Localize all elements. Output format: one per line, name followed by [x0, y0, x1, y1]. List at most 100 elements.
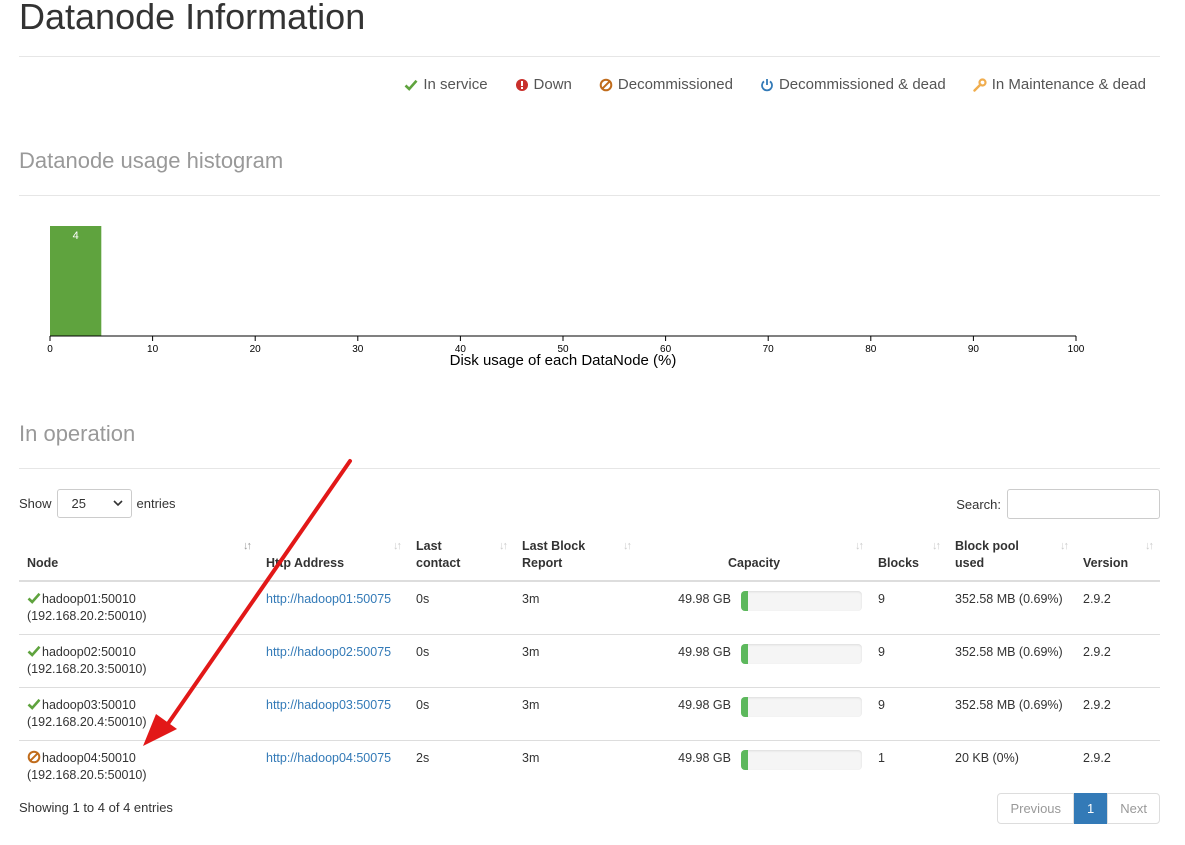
check-icon — [27, 645, 41, 657]
search-input[interactable] — [1007, 489, 1160, 519]
legend-label: Down — [533, 76, 572, 93]
table-row: hadoop02:50010 (192.168.20.3:50010) http:/… — [19, 634, 1160, 688]
http-cell: http://hadoop03:50075 — [258, 687, 408, 741]
status-legend: In service Down Decommissioned Decommiss… — [404, 76, 1146, 93]
check-icon — [27, 592, 41, 604]
col-http-address[interactable]: Http Address ↓↑ — [258, 530, 408, 582]
node-name: hadoop02:50010 — [42, 645, 136, 659]
blocks-cell: 9 — [870, 634, 947, 688]
x-tick-label: 10 — [147, 344, 159, 355]
node-name: hadoop04:50010 — [42, 751, 136, 765]
node-cell: hadoop03:50010 (192.168.20.4:50010) — [19, 687, 258, 741]
node-ip: (192.168.20.5:50010) — [27, 768, 147, 782]
table-header-row: Node ↓↑ Http Address ↓↑ Last contact ↓↑ Last… — [19, 530, 1160, 582]
table-row: hadoop03:50010 (192.168.20.4:50010) http:/… — [19, 687, 1160, 741]
legend-down: Down — [515, 76, 572, 93]
capacity-bar — [741, 697, 862, 717]
table-row: hadoop01:50010 (192.168.20.2:50010) http:/… — [19, 581, 1160, 635]
last-block-report-cell: 3m — [522, 592, 540, 606]
node-ip: (192.168.20.2:50010) — [27, 609, 147, 623]
ban-icon — [27, 750, 41, 764]
sort-icon: ↓↑ — [1060, 540, 1069, 552]
legend-decommissioned-dead: Decommissioned & dead — [760, 76, 946, 93]
last-block-report-cell: 3m — [514, 634, 638, 688]
capacity-bar — [741, 591, 862, 611]
sort-icon: ↓↑ — [393, 540, 402, 552]
http-cell: http://hadoop01:50075 — [258, 581, 408, 635]
http-address-link[interactable]: http://hadoop03:50075 — [266, 698, 391, 712]
node-cell: hadoop02:50010 (192.168.20.3:50010) — [19, 634, 258, 688]
block-pool-cell: 352.58 MB (0.69%) — [955, 592, 1063, 606]
node-ip: (192.168.20.3:50010) — [27, 662, 147, 676]
col-version[interactable]: Version ↓↑ — [1075, 530, 1160, 582]
x-tick-label: 100 — [1068, 344, 1085, 355]
col-last-contact[interactable]: Last contact ↓↑ — [408, 530, 514, 582]
legend-label: In service — [423, 76, 488, 93]
exclamation-circle-icon — [515, 78, 528, 91]
pagination: Previous 1 Next — [997, 793, 1160, 824]
sort-icon: ↓↑ — [932, 540, 941, 552]
histogram-title: Datanode usage histogram — [19, 148, 284, 173]
sort-icon: ↓↑ — [499, 540, 508, 552]
check-icon — [404, 79, 418, 91]
col-node[interactable]: Node ↓↑ — [19, 530, 258, 582]
next-button[interactable]: Next — [1107, 793, 1160, 824]
sort-icon: ↓↑ — [623, 540, 632, 552]
capacity-cell: 49.98 GB — [638, 634, 870, 688]
ban-icon — [599, 78, 613, 91]
sort-icon: ↓↑ — [855, 540, 864, 552]
histogram-bar-label: 4 — [73, 230, 79, 242]
x-tick-label: 80 — [865, 344, 877, 355]
capacity-value: 49.98 GB — [678, 751, 731, 765]
capacity-value: 49.98 GB — [678, 645, 731, 659]
usage-histogram: 4 0 10 20 30 40 50 60 70 80 90 100 Disk usage of e… — [47, 226, 1085, 368]
blocks-cell: 9 — [878, 592, 885, 606]
previous-button[interactable]: Previous — [997, 793, 1075, 824]
last-contact-cell: 2s — [408, 740, 514, 793]
page-1-button[interactable]: 1 — [1074, 793, 1108, 824]
block-pool-cell: 352.58 MB (0.69%) — [947, 634, 1075, 688]
version-cell: 2.9.2 — [1075, 634, 1160, 688]
node-cell: hadoop01:50010 (192.168.20.2:50010) — [19, 581, 258, 635]
capacity-bar-fill — [741, 750, 748, 770]
datanode-table: Node ↓↑ Http Address ↓↑ Last contact ↓↑ Last… — [19, 530, 1160, 793]
col-last-block-report[interactable]: Last Block Report ↓↑ — [514, 530, 638, 582]
last-contact-cell: 0s — [408, 687, 514, 741]
capacity-bar-fill — [741, 591, 748, 611]
x-tick-label: 30 — [352, 344, 364, 355]
page-size-select[interactable]: 25 — [56, 489, 132, 518]
page-size-control: Show 25 entries — [19, 489, 176, 518]
legend-label: Decommissioned & dead — [778, 76, 946, 93]
http-address-link[interactable]: http://hadoop04:50075 — [266, 751, 391, 765]
http-address-link[interactable]: http://hadoop01:50075 — [266, 592, 391, 606]
table-row: hadoop04:50010 (192.168.20.5:50010) http:/… — [19, 740, 1160, 793]
search-label: Search: — [956, 496, 1001, 512]
capacity-bar-fill — [741, 644, 748, 664]
http-address-link[interactable]: http://hadoop02:50075 — [266, 645, 391, 659]
legend-maintenance-dead: In Maintenance & dead — [973, 76, 1146, 93]
last-contact-cell: 0s — [408, 634, 514, 688]
block-pool-cell: 352.58 MB (0.69%) — [947, 687, 1075, 741]
legend-in-service: In service — [404, 76, 488, 93]
power-off-icon — [761, 78, 773, 91]
capacity-bar — [741, 644, 862, 664]
col-blocks[interactable]: Blocks ↓↑ — [870, 530, 947, 582]
show-label: Show — [19, 496, 52, 511]
version-cell: 2.9.2 — [1075, 687, 1160, 741]
http-cell: http://hadoop02:50075 — [258, 634, 408, 688]
sort-icon: ↓↑ — [1145, 540, 1154, 552]
sort-asc-icon: ↓↑ — [243, 540, 252, 552]
capacity-value: 49.98 GB — [678, 698, 731, 712]
x-tick-label: 20 — [250, 344, 262, 355]
capacity-cell: 49.98 GB — [638, 740, 870, 793]
col-capacity[interactable]: Capacity ↓↑ — [638, 530, 870, 582]
x-tick-label: 90 — [968, 344, 980, 355]
col-block-pool-used[interactable]: Block pool used ↓↑ — [947, 530, 1075, 582]
x-axis-label: Disk usage of each DataNode (%) — [450, 352, 677, 368]
blocks-cell: 1 — [870, 740, 947, 793]
x-tick-label: 0 — [47, 344, 53, 355]
capacity-value: 49.98 GB — [678, 592, 731, 606]
last-contact-cell: 0s — [416, 592, 430, 606]
version-cell: 2.9.2 — [1075, 740, 1160, 793]
last-block-report-cell: 3m — [514, 740, 638, 793]
